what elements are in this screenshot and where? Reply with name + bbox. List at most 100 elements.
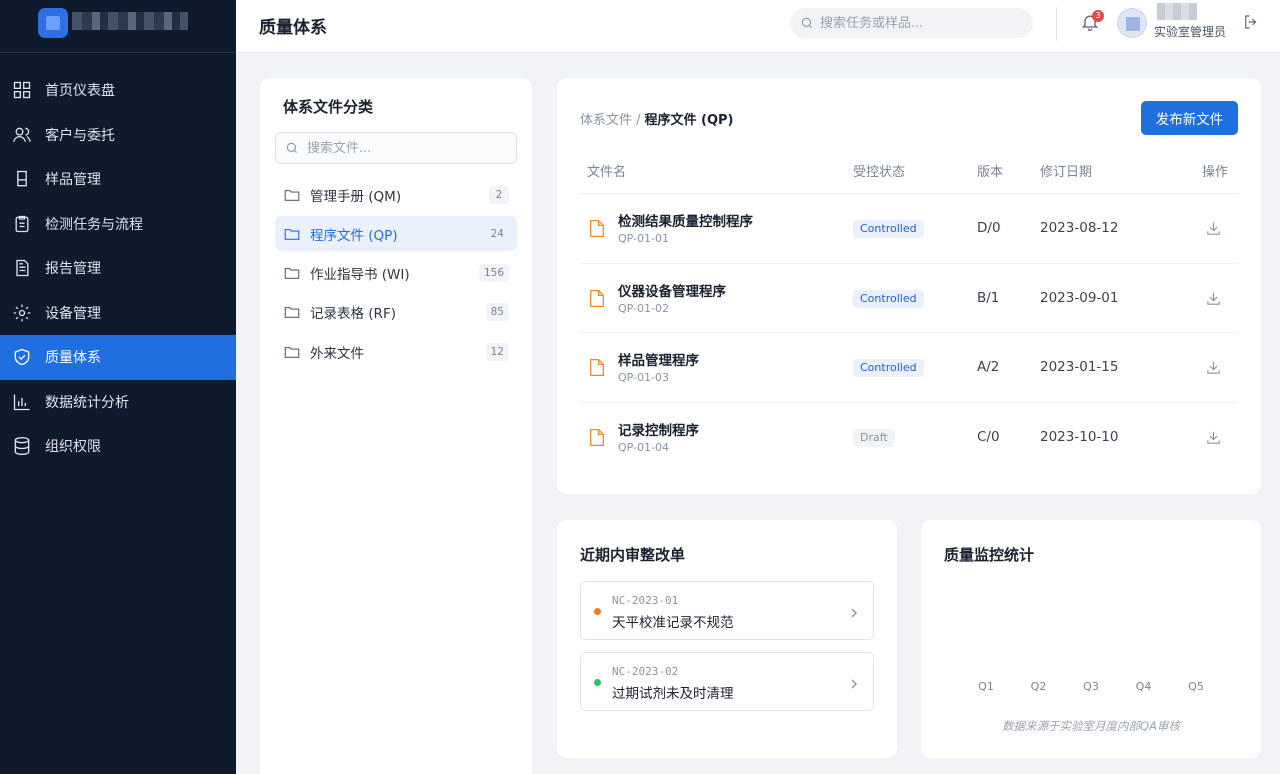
category-item[interactable]: 作业指导书 (WI) 156 [275, 256, 517, 291]
nonconformity-title: 近期内审整改单 [580, 546, 686, 564]
table-row[interactable]: 仪器设备管理程序 QP-01-02 Controlled B/1 2023-09-01 [580, 264, 1238, 333]
app-logo[interactable] [38, 8, 68, 38]
download-button[interactable] [1205, 359, 1222, 380]
sidebar-item-7[interactable]: 数据统计分析 [0, 380, 236, 425]
category-item[interactable]: 记录表格 (RF) 85 [275, 295, 517, 330]
sidebar-item-6[interactable]: 质量体系 [0, 335, 236, 380]
table-row[interactable]: 记录控制程序 QP-01-04 Draft C/0 2023-10-10 [580, 403, 1238, 473]
column-header-status: 受控状态 [853, 165, 906, 180]
page-title: 质量体系 [259, 18, 327, 38]
sidebar-item-label: 质量体系 [45, 350, 101, 367]
category-count: 2 [489, 185, 509, 204]
file-search[interactable] [275, 132, 517, 164]
users-icon [12, 125, 32, 145]
beaker-icon [12, 169, 32, 189]
report-icon [12, 258, 32, 278]
sidebar-item-1[interactable]: 客户与委托 [0, 113, 236, 158]
top-header: 质量体系 3 实验室管理员 [236, 0, 1280, 53]
nonconformity-panel: 近期内审整改单 NC-2023-01 天平校准记录不规范 NC-2023-02 过期试… [557, 520, 897, 758]
nonconformity-item[interactable]: NC-2023-02 过期试剂未及时清理 [580, 652, 874, 711]
folder-icon [284, 268, 300, 279]
nonconformity-item[interactable]: NC-2023-01 天平校准记录不规范 [580, 581, 874, 640]
document-icon-wrap [589, 219, 605, 242]
sidebar: 首页仪表盘客户与委托 样品管理 检测任务与流程 报告管理设备管理质量体系数据统计分析组… [0, 0, 236, 774]
sidebar-item-2[interactable]: 样品管理 [0, 157, 236, 202]
user-name-blurred [1157, 3, 1197, 20]
document-icon-wrap [589, 358, 605, 381]
x-tick-label: Q1 [978, 680, 994, 693]
category-label: 外来文件 [310, 345, 364, 362]
document-code: QP-01-01 [618, 232, 669, 245]
file-search-input[interactable] [307, 140, 507, 156]
download-button[interactable] [1205, 290, 1222, 311]
category-count: 85 [485, 303, 509, 322]
x-tick-label: Q3 [1083, 680, 1099, 693]
document-version: B/1 [977, 289, 1000, 306]
category-title: 体系文件分类 [283, 98, 374, 116]
sidebar-item-8[interactable]: 组织权限 [0, 424, 236, 469]
column-header-date: 修订日期 [1040, 165, 1093, 180]
document-code: QP-01-02 [618, 301, 669, 315]
avatar[interactable] [1117, 8, 1147, 38]
sidebar-item-4[interactable]: 报告管理 [0, 246, 236, 291]
category-count: 156 [478, 264, 509, 283]
sidebar-item-0[interactable]: 首页仪表盘 [0, 68, 236, 113]
document-version: D/0 [977, 220, 1001, 236]
column-header-action: 操作 [1202, 165, 1229, 180]
category-label: 记录表格 (RF) [310, 306, 396, 323]
logout-button[interactable] [1242, 13, 1260, 35]
category-panel: 体系文件分类 管理手册 (QM) 2 程序文件 (QP) 24 作业指导书 (WI) 15… [260, 78, 532, 774]
category-item[interactable]: 程序文件 (QP) 24 [275, 216, 517, 252]
download-button[interactable] [1205, 220, 1222, 241]
sidebar-item-3[interactable]: 检测任务与流程 [0, 202, 236, 247]
category-count: 12 [485, 342, 509, 361]
status-badge: Controlled [853, 220, 924, 238]
document-name[interactable]: 仪器设备管理程序 [618, 280, 726, 300]
sidebar-item-5[interactable]: 设备管理 [0, 291, 236, 336]
chart-source-note: 数据来源于实验室月度内部QA审核 [1002, 719, 1180, 733]
document-table: 文件名 受控状态 版本 修订日期 操作 检测结果质量控制程序 QP-01-01 Co… [580, 148, 1238, 472]
category-item[interactable]: 外来文件 12 [275, 334, 517, 369]
sidebar-item-label: 组织权限 [45, 439, 101, 456]
bar-chart-icon [12, 392, 32, 412]
breadcrumb-root[interactable]: 体系文件 / [580, 113, 641, 128]
shield-icon [12, 347, 32, 367]
download-icon [1207, 361, 1220, 374]
document-name[interactable]: 检测结果质量控制程序 [618, 210, 753, 230]
x-tick-label: Q2 [1031, 680, 1047, 693]
search-icon [286, 142, 298, 154]
column-header-version: 版本 [977, 165, 1004, 180]
user-role: 实验室管理员 [1154, 25, 1227, 39]
table-row[interactable]: 样品管理程序 QP-01-03 Controlled A/2 2023-01-15 [580, 333, 1238, 403]
folder-icon [284, 228, 300, 240]
sidebar-item-label: 数据统计分析 [45, 394, 129, 411]
table-row[interactable]: 检测结果质量控制程序 QP-01-01 Controlled D/0 2023-08-1… [580, 194, 1238, 264]
download-button[interactable] [1205, 429, 1222, 450]
document-panel: 体系文件 / 程序文件 (QP) 发布新文件 文件名 受控状态 版本 修订日期 操… [557, 78, 1261, 494]
chevron-wrap [848, 675, 860, 694]
category-label: 作业指导书 (WI) [310, 267, 410, 284]
publish-document-button[interactable]: 发布新文件 [1141, 101, 1238, 135]
document-name[interactable]: 样品管理程序 [618, 349, 699, 369]
quality-stats-panel: 质量监控统计 Q1 Q2 Q3 Q4 Q5 数据来源于实验室月度内部QA审核 [921, 520, 1261, 758]
sidebar-nav: 首页仪表盘客户与委托 样品管理 检测任务与流程 报告管理设备管理质量体系数据统计分析组… [0, 53, 236, 469]
search-icon [801, 17, 813, 29]
folder-icon [284, 307, 300, 319]
document-date: 2023-10-10 [1040, 428, 1119, 445]
sidebar-item-label: 设备管理 [45, 305, 101, 322]
download-icon [1207, 222, 1220, 235]
column-header-name: 文件名 [587, 165, 627, 180]
notification-button[interactable]: 3 [1080, 10, 1104, 34]
category-item[interactable]: 管理手册 (QM) 2 [275, 177, 517, 212]
global-search[interactable] [790, 8, 1033, 38]
document-icon [590, 289, 604, 307]
global-search-input[interactable] [820, 15, 1020, 31]
document-date: 2023-09-01 [1040, 289, 1119, 306]
document-date: 2023-01-15 [1040, 359, 1119, 375]
x-tick-label: Q4 [1136, 680, 1152, 693]
sidebar-item-label: 首页仪表盘 [45, 83, 115, 100]
document-name[interactable]: 记录控制程序 [618, 419, 699, 439]
x-tick-label: Q5 [1188, 680, 1204, 693]
header-divider [1056, 7, 1057, 41]
table-body: 检测结果质量控制程序 QP-01-01 Controlled D/0 2023-08-1… [580, 194, 1238, 472]
